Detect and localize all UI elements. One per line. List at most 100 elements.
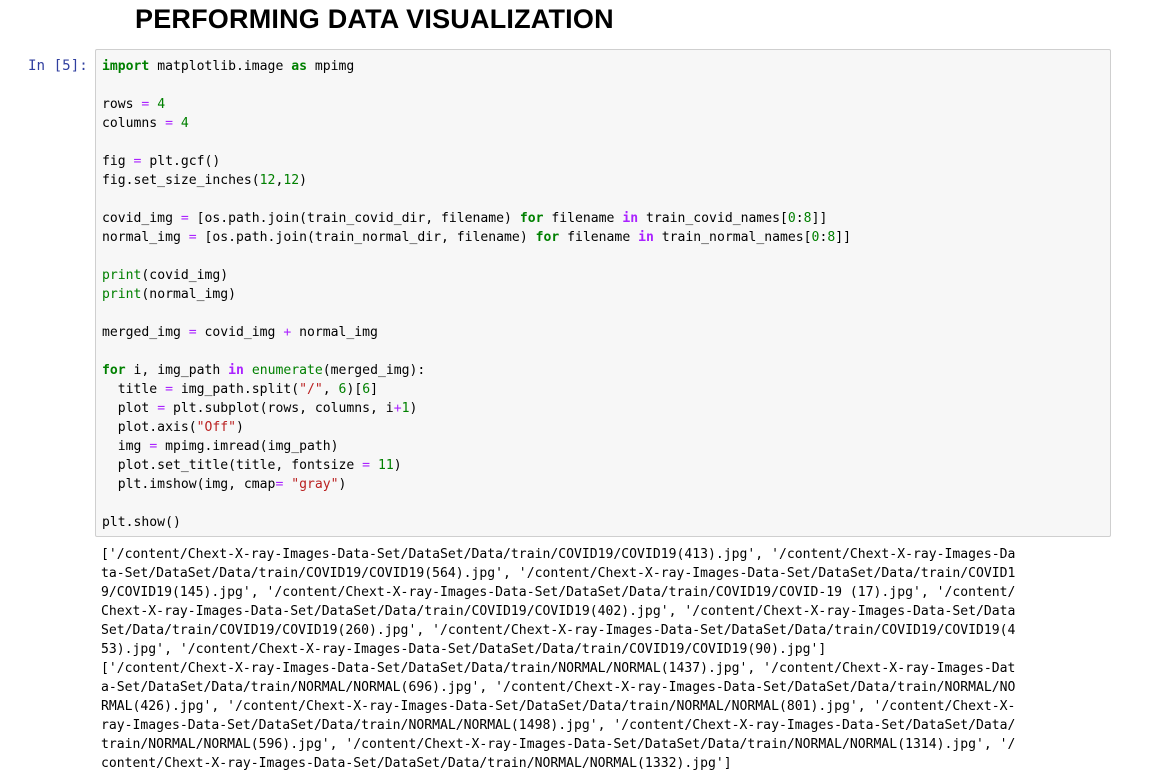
code-token: )	[409, 401, 418, 416]
code-token: 11	[377, 458, 394, 473]
code-token: =	[180, 211, 189, 226]
section-heading: PERFORMING DATA VISUALIZATION	[135, 4, 614, 34]
code-token: matplotlib.image	[149, 59, 292, 74]
code-token: 0	[787, 211, 796, 226]
code-token: (covid_img)	[141, 268, 229, 283]
output-line: a-Set/DataSet/Data/train/NORMAL/NORMAL(6…	[101, 680, 1016, 695]
code-cell-input[interactable]: import matplotlib.image as mpimg rows = …	[95, 49, 1111, 537]
code-token: plt.subplot(rows, columns, i	[165, 401, 394, 416]
code-line: import matplotlib.image as mpimg	[102, 57, 1104, 76]
code-line: columns = 4	[102, 114, 1104, 133]
output-line: content/Chext-X-ray-Images-Data-Set/Data…	[101, 756, 732, 771]
code-token: =	[157, 401, 166, 416]
code-token: ]]	[835, 230, 851, 245]
code-token: i, img_path	[125, 363, 229, 378]
code-token: columns	[102, 116, 166, 131]
code-token: mpimg	[307, 59, 355, 74]
code-token: title	[102, 382, 166, 397]
code-token: filename	[559, 230, 639, 245]
code-token: in	[622, 211, 639, 226]
code-token: :	[795, 211, 804, 226]
code-token: 12	[283, 173, 300, 188]
code-token: print	[102, 287, 142, 302]
output-line: Chext-X-ray-Images-Data-Set/DataSet/Data…	[101, 604, 1016, 619]
code-token: fig.set_size_inches(	[102, 173, 260, 188]
code-token: rows	[102, 97, 142, 112]
output-line: Set/Data/train/COVID19/COVID19(260).jpg'…	[101, 623, 1016, 638]
code-editor[interactable]: import matplotlib.image as mpimg rows = …	[102, 57, 1104, 532]
code-line: plt.show()	[102, 513, 1104, 532]
code-token: 6	[362, 382, 371, 397]
output-line: RMAL(426).jpg', '/content/Chext-X-ray-Im…	[101, 699, 1016, 714]
code-token: covid_img	[102, 211, 181, 226]
code-line: plot = plt.subplot(rows, columns, i+1)	[102, 399, 1104, 418]
code-line: fig = plt.gcf()	[102, 152, 1104, 171]
code-line: img = mpimg.imread(img_path)	[102, 437, 1104, 456]
output-line: ray-Images-Data-Set/DataSet/Data/train/N…	[101, 718, 1016, 733]
code-token: ,	[322, 382, 339, 397]
input-prompt: In [5]:	[28, 58, 88, 74]
code-line: merged_img = covid_img + normal_img	[102, 323, 1104, 342]
code-token: print	[102, 268, 142, 283]
code-token: )	[393, 458, 402, 473]
code-token: )	[299, 173, 308, 188]
code-token: =	[188, 230, 197, 245]
code-token: 4	[180, 116, 189, 131]
code-token: 4	[157, 97, 166, 112]
output-line: 9/COVID19(145).jpg', '/content/Chext-X-r…	[101, 585, 1016, 600]
code-token: =	[362, 458, 371, 473]
code-token: "Off"	[196, 420, 237, 435]
code-line: fig.set_size_inches(12,12)	[102, 171, 1104, 190]
code-token: "gray"	[291, 477, 339, 492]
code-line: covid_img = [os.path.join(train_covid_di…	[102, 209, 1104, 228]
code-token: train_normal_names[	[653, 230, 812, 245]
code-token: plt.show()	[102, 515, 181, 530]
code-token: =	[165, 116, 173, 131]
code-token: mpimg.imread(img_path)	[157, 439, 339, 454]
code-token: plt.imshow(img, cmap	[102, 477, 276, 492]
code-token: plot.set_title(title, fontsize	[102, 458, 363, 473]
code-token: enumerate	[251, 363, 323, 378]
code-token: ]	[370, 382, 378, 397]
code-token: covid_img	[196, 325, 284, 340]
code-token: [os.path.join(train_covid_dir, filename)	[188, 211, 520, 226]
code-token: "/"	[299, 382, 323, 397]
code-token: )	[338, 477, 347, 492]
output-line: ['/content/Chext-X-ray-Images-Data-Set/D…	[101, 547, 1016, 562]
code-token: normal_img	[291, 325, 378, 340]
code-token: plot.axis(	[102, 420, 197, 435]
code-token: train_covid_names[	[638, 211, 788, 226]
code-token: as	[291, 59, 307, 74]
code-token: )	[236, 420, 244, 435]
code-token: +	[393, 401, 402, 416]
code-line: plot.axis("Off")	[102, 418, 1104, 437]
code-token: img_path.split(	[172, 382, 300, 397]
code-line: for i, img_path in enumerate(merged_img)…	[102, 361, 1104, 380]
output-line: ta-Set/DataSet/Data/train/COVID19/COVID1…	[101, 566, 1016, 581]
code-token: plot	[102, 401, 158, 416]
code-token: =	[165, 382, 173, 397]
code-token: plt.gcf()	[141, 154, 221, 169]
code-token: for	[535, 230, 560, 245]
code-token: fig	[102, 154, 134, 169]
code-token: merged_img	[102, 325, 189, 340]
code-token: filename	[543, 211, 623, 226]
code-line: title = img_path.split("/", 6)[6]	[102, 380, 1104, 399]
code-line: plot.set_title(title, fontsize = 11)	[102, 456, 1104, 475]
code-token: (merged_img):	[322, 363, 426, 378]
code-token: (normal_img)	[141, 287, 237, 302]
code-token: =	[188, 325, 197, 340]
code-token: 12	[259, 173, 276, 188]
code-token: for	[519, 211, 544, 226]
code-token: )[	[346, 382, 363, 397]
code-line: print(covid_img)	[102, 266, 1104, 285]
